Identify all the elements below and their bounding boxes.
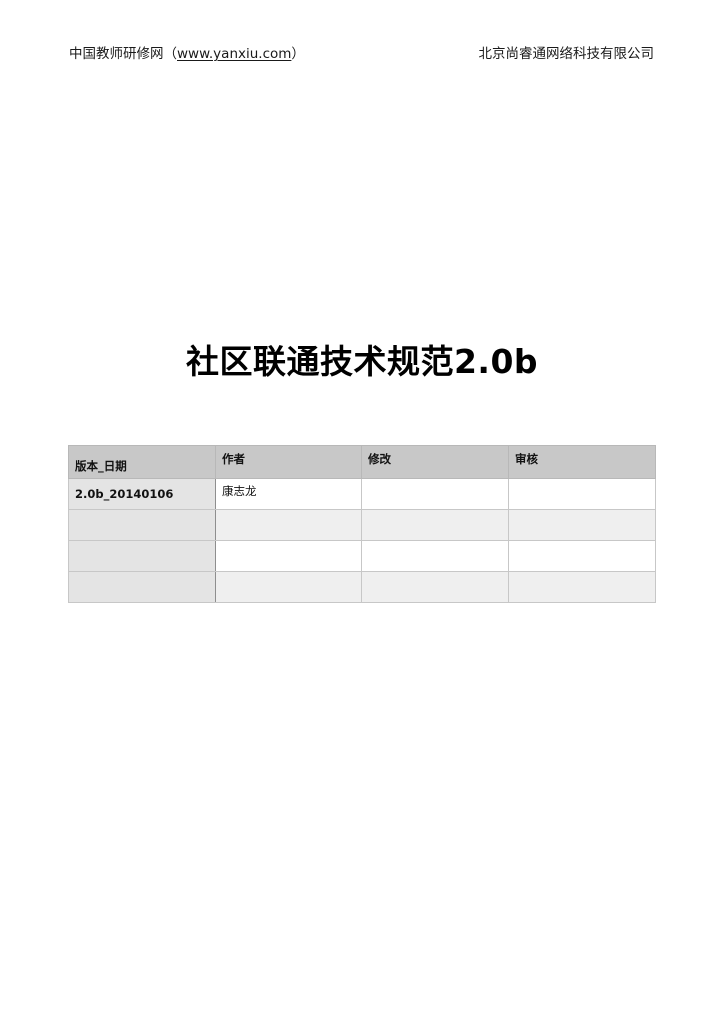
version-table: 版本_日期 作者 修改 审核 2.0b_20140106 康志龙 — [68, 445, 656, 603]
header-company: 北京尚睿通网络科技有限公司 — [478, 46, 655, 62]
column-header-modification: 修改 — [361, 445, 509, 479]
table-cell-author — [215, 540, 362, 572]
column-header-author: 作者 — [215, 445, 362, 479]
document-page: 中国教师研修网（www.yanxiu.com） 北京尚睿通网络科技有限公司 社区… — [0, 0, 724, 1022]
table-cell-version-date — [68, 509, 216, 541]
page-header: 中国教师研修网（www.yanxiu.com） 北京尚睿通网络科技有限公司 — [69, 41, 654, 63]
table-cell-version-date: 2.0b_20140106 — [68, 478, 216, 510]
version-table-header-row: 版本_日期 作者 修改 审核 — [68, 445, 656, 479]
header-org-name: 中国教师研修网（ — [69, 46, 177, 62]
table-cell-review — [508, 478, 656, 510]
table-row — [68, 509, 656, 541]
header-org-url-link[interactable]: www.yanxiu.com — [177, 46, 291, 62]
header-org-suffix: ） — [291, 46, 305, 62]
table-cell-modification — [361, 478, 509, 510]
column-header-review: 审核 — [508, 445, 656, 479]
table-cell-modification — [361, 509, 509, 541]
table-cell-review — [508, 571, 656, 603]
header-organization: 中国教师研修网（www.yanxiu.com） — [69, 42, 305, 62]
table-cell-author: 康志龙 — [215, 478, 362, 510]
table-row — [68, 571, 656, 603]
table-cell-review — [508, 509, 656, 541]
table-row: 2.0b_20140106 康志龙 — [68, 478, 656, 510]
column-header-version-date: 版本_日期 — [68, 445, 216, 479]
table-cell-version-date — [68, 540, 216, 572]
table-cell-modification — [361, 540, 509, 572]
table-cell-version-date — [68, 571, 216, 603]
table-row — [68, 540, 656, 572]
table-cell-review — [508, 540, 656, 572]
table-cell-author — [215, 509, 362, 541]
table-cell-author — [215, 571, 362, 603]
table-cell-modification — [361, 571, 509, 603]
document-title: 社区联通技术规范2.0b — [185, 342, 539, 381]
